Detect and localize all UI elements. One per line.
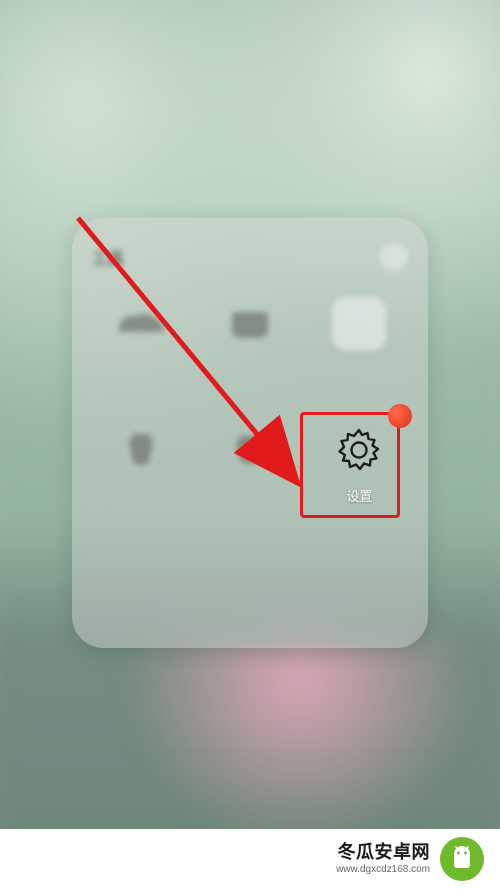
folder-add-button[interactable] <box>380 243 408 271</box>
app-cell-2[interactable] <box>201 294 298 390</box>
app-label-settings: 设置 <box>346 486 372 505</box>
app-icon-4 <box>111 420 171 480</box>
app-cell-4[interactable] <box>92 420 189 516</box>
app-folder-panel[interactable]: 工具 <box>72 218 428 648</box>
app-cell-settings[interactable]: 设置 <box>311 420 408 516</box>
watermark-title: 冬瓜安卓网 <box>338 842 431 864</box>
watermark-bar: 冬瓜安卓网 www.dgxcdz168.com <box>0 829 500 889</box>
app-icon-5 <box>220 420 280 480</box>
watermark-logo-icon <box>440 837 484 881</box>
folder-header: 工具 <box>92 240 408 274</box>
folder-grid: 设置 <box>92 294 408 516</box>
status-bar <box>0 0 500 34</box>
app-cell-3[interactable] <box>311 294 408 390</box>
app-cell-5[interactable] <box>201 420 298 516</box>
folder-title: 工具 <box>92 245 124 269</box>
notification-badge <box>388 404 412 428</box>
app-cell-1[interactable] <box>92 294 189 390</box>
app-icon-3 <box>329 294 389 354</box>
watermark-url: www.dgxcdz168.com <box>336 864 430 876</box>
app-icon-1 <box>111 294 171 354</box>
gear-icon <box>329 420 389 480</box>
wallpaper-accent <box>125 640 475 844</box>
app-icon-2 <box>220 294 280 354</box>
